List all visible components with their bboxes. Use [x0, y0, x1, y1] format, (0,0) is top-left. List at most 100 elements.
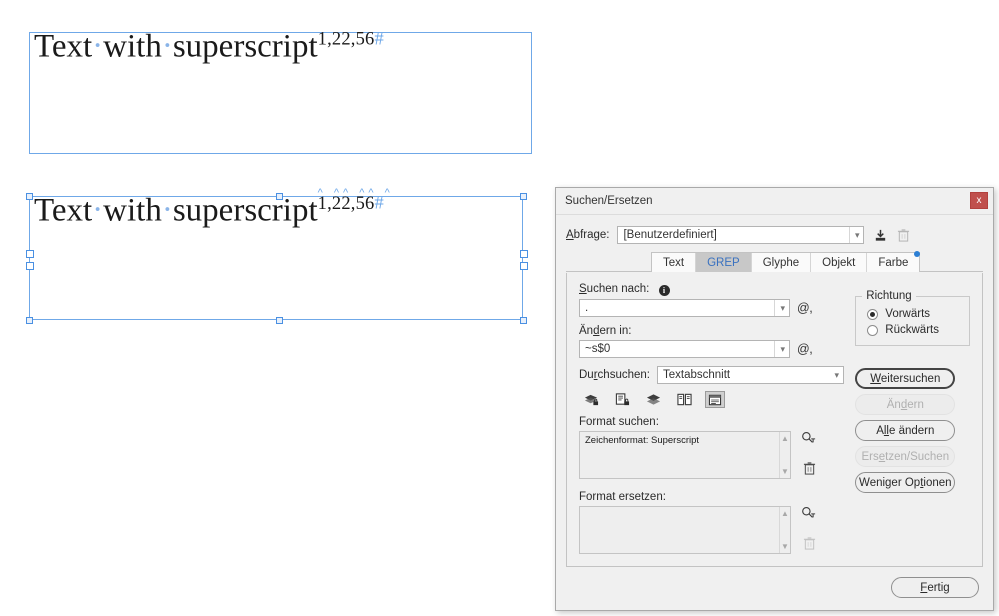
- hidden-character-carets: ^ ^^ ^^ ^: [317, 186, 394, 199]
- direction-backward-label: Rückwärts: [885, 324, 939, 336]
- specify-attributes-icon[interactable]: [801, 506, 817, 523]
- text-frame-left-middle-handle[interactable]: [26, 262, 34, 270]
- selection-handle-bottom-right[interactable]: [520, 317, 527, 324]
- direction-option-forward[interactable]: Vorwärts: [867, 308, 961, 320]
- include-master-pages-icon[interactable]: [674, 391, 694, 408]
- info-icon[interactable]: i: [658, 285, 670, 296]
- tab-glyphe[interactable]: Glyphe: [751, 253, 812, 272]
- frame-2-word-1: Text: [34, 192, 93, 229]
- done-button[interactable]: Fertig: [891, 577, 979, 598]
- find-what-input[interactable]: . ▾: [579, 299, 790, 317]
- frame-1-word-3: superscript: [172, 28, 318, 65]
- query-dropdown[interactable]: [Benutzerdefiniert] ▾: [617, 226, 865, 244]
- selection-handle-top-right[interactable]: [520, 193, 527, 200]
- tab-strip: Text GREP Glyphe Objekt Farbe: [566, 251, 983, 273]
- frame-2-word-2: with: [103, 192, 162, 229]
- frame-2-text: Text·with·superscript ^ ^^ ^^ ^ 1,22,56#: [34, 187, 390, 229]
- delete-query-icon[interactable]: [897, 228, 910, 243]
- scroll-up-icon: ▲: [781, 509, 789, 518]
- change-to-row: ~s$0 ▾ @,: [579, 340, 846, 358]
- text-in-port[interactable]: [26, 250, 34, 258]
- query-value: [Benutzerdefiniert]: [623, 229, 717, 241]
- close-icon[interactable]: x: [970, 192, 988, 209]
- change-format-scrollbar[interactable]: ▲ ▼: [779, 507, 790, 553]
- space-dot: ·: [161, 192, 173, 228]
- find-what-value: .: [585, 302, 589, 314]
- find-what-row: . ▾ @,: [579, 299, 846, 317]
- change-find-button: Ersetzen/Suchen: [855, 446, 956, 467]
- text-frame-right-middle-handle[interactable]: [520, 250, 528, 258]
- change-button: Ändern: [855, 394, 956, 415]
- change-to-input[interactable]: ~s$0 ▾: [579, 340, 790, 358]
- scroll-up-icon: ▲: [781, 434, 789, 443]
- grep-panel: Suchen nach: i . ▾ @, Ändern in: ~s$0 ▾ …: [566, 273, 983, 567]
- search-scope-dropdown[interactable]: Textabschnitt ▾: [656, 366, 844, 384]
- panel-right-column: Richtung Vorwärts Rückwärts Weitersuchen: [855, 283, 970, 554]
- find-format-box[interactable]: Zeichenformat: Superscript ▲ ▼: [579, 431, 791, 479]
- selection-handle-bottom-left[interactable]: [26, 317, 33, 324]
- include-locked-stories-icon[interactable]: [612, 391, 632, 408]
- find-what-label: Suchen nach: i: [579, 283, 846, 296]
- space-dot: ·: [161, 28, 173, 64]
- dialog-titlebar[interactable]: Suchen/Ersetzen x: [556, 188, 993, 215]
- change-format-label: Format ersetzen:: [579, 491, 666, 503]
- direction-forward-label: Vorwärts: [885, 308, 931, 320]
- chevron-down-icon: ▾: [834, 369, 839, 380]
- chevron-down-icon: ▾: [848, 227, 859, 243]
- query-row: AAbfrage:bfrage: [Benutzerdefiniert] ▾: [566, 226, 983, 244]
- end-of-story-marker: #: [374, 28, 384, 49]
- direction-fieldset: Richtung Vorwärts Rückwärts: [855, 290, 970, 346]
- superscript-with-markers: ^ ^^ ^^ ^ 1,22,56: [318, 187, 390, 229]
- include-locked-layers-icon[interactable]: [581, 391, 601, 408]
- scope-toggle-icons: [581, 391, 846, 408]
- include-hidden-layers-icon[interactable]: [643, 391, 663, 408]
- dialog-title: Suchen/Ersetzen: [565, 195, 653, 207]
- tab-farbe[interactable]: Farbe: [867, 251, 921, 272]
- panel-columns: Suchen nach: i . ▾ @, Ändern in: ~s$0 ▾ …: [579, 283, 970, 554]
- direction-legend: Richtung: [862, 290, 916, 302]
- specify-attributes-icon[interactable]: [801, 431, 817, 448]
- frame-1-superscript: 1,22,56: [317, 28, 375, 49]
- find-change-dialog: Suchen/Ersetzen x AAbfrage:bfrage: [Benu…: [555, 187, 994, 611]
- change-format-row: ▲ ▼: [579, 506, 846, 554]
- find-format-row: Zeichenformat: Superscript ▲ ▼: [579, 431, 846, 479]
- include-footnotes-icon[interactable]: [705, 391, 725, 408]
- action-buttons: Weitersuchen Ändern Alle ändern Ersetzen…: [855, 368, 970, 493]
- frame-1-word-1: Text: [34, 28, 93, 65]
- query-label: AAbfrage:bfrage:: [566, 229, 610, 241]
- find-format-scrollbar[interactable]: ▲ ▼: [779, 432, 790, 478]
- text-out-port[interactable]: [520, 262, 528, 270]
- find-special-character-button[interactable]: @,: [797, 301, 813, 315]
- tab-farbe-label: Farbe: [878, 256, 909, 269]
- frame-1-word-2: with: [103, 28, 162, 65]
- clear-attributes-icon[interactable]: [803, 536, 816, 554]
- save-query-icon[interactable]: [873, 228, 888, 243]
- change-all-button[interactable]: Alle ändern: [855, 420, 956, 441]
- selection-handle-top-left[interactable]: [26, 193, 33, 200]
- scroll-down-icon: ▼: [781, 542, 789, 551]
- tab-grep[interactable]: GREP: [696, 253, 752, 272]
- selection-handle-top-center[interactable]: [276, 193, 283, 200]
- fewer-options-button[interactable]: Weniger Optionen: [855, 472, 956, 493]
- space-dot: ·: [92, 192, 104, 228]
- radio-backward-icon: [867, 324, 879, 336]
- change-special-character-button[interactable]: @,: [797, 342, 813, 356]
- find-format-value: Zeichenformat: Superscript: [585, 435, 700, 446]
- tab-text[interactable]: Text: [652, 253, 697, 272]
- change-to-value: ~s$0: [585, 343, 611, 355]
- radio-forward-icon: [867, 308, 879, 320]
- chevron-down-icon: ▾: [774, 341, 785, 357]
- dialog-body: AAbfrage:bfrage: [Benutzerdefiniert] ▾: [556, 215, 993, 567]
- chevron-down-icon: ▾: [774, 300, 785, 316]
- selection-handle-bottom-center[interactable]: [276, 317, 283, 324]
- scroll-down-icon: ▼: [781, 467, 789, 476]
- tab-objekt[interactable]: Objekt: [811, 253, 868, 272]
- clear-attributes-icon[interactable]: [803, 461, 816, 479]
- change-format-box[interactable]: ▲ ▼: [579, 506, 791, 554]
- find-next-button[interactable]: Weitersuchen: [855, 368, 956, 389]
- text-frame-result[interactable]: Text·with·superscript ^ ^^ ^^ ^ 1,22,56#: [29, 187, 523, 320]
- tab-rule-left: [566, 271, 651, 272]
- panel-left-column: Suchen nach: i . ▾ @, Ändern in: ~s$0 ▾ …: [579, 283, 846, 554]
- direction-option-backward[interactable]: Rückwärts: [867, 324, 961, 336]
- text-frame-original[interactable]: Text·with·superscript1,22,56#: [29, 28, 532, 154]
